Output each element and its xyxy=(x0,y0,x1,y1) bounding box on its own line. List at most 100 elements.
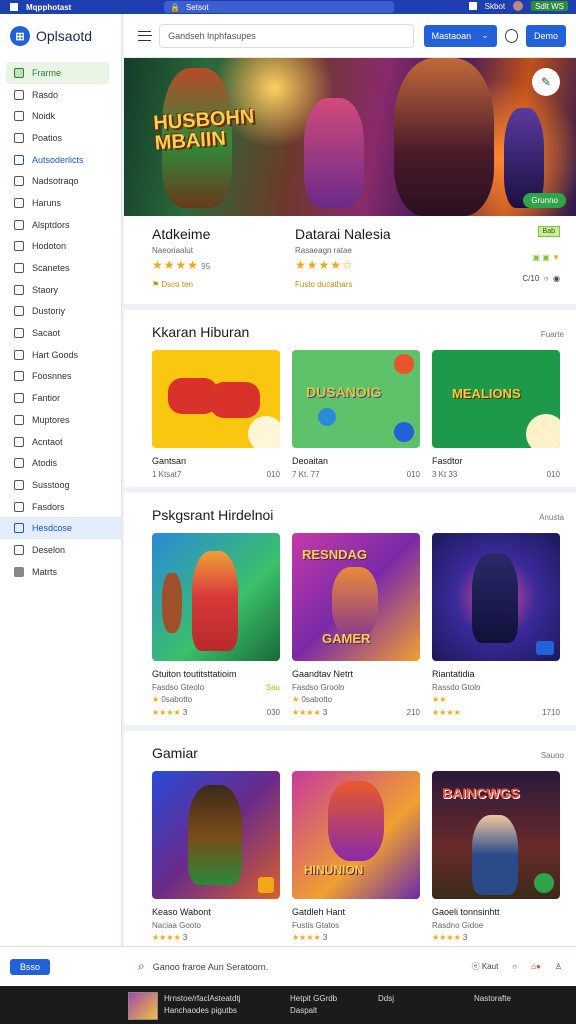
menu-icon[interactable] xyxy=(138,30,153,41)
primary-button[interactable]: Mastaoan ⌄ xyxy=(423,24,497,47)
sidebar-item[interactable]: Atodis xyxy=(0,452,121,474)
section-more-link[interactable]: Sauoo xyxy=(541,751,564,760)
main-content: Gandseh lnphfasupes Mastaoan ⌄ Demo HUSBO… xyxy=(124,14,576,946)
taskbar: Hrnstoe/rfaclAsteatdtj Hanchaodes pigutb… xyxy=(0,986,576,1024)
doc-icon xyxy=(14,132,24,143)
browser-pill[interactable]: Sdlt WS xyxy=(531,1,568,11)
game-card[interactable]: Keaso Wabont Naciaa Gooto ★★★★ 3 xyxy=(152,771,280,942)
game-card[interactable]: DUSANOIG Deoaitan 7 Kt. 77 010 xyxy=(292,350,420,479)
radio-icon xyxy=(14,89,24,100)
logo[interactable]: ⊞ Oplsaotd xyxy=(0,14,121,62)
section-title: Pskgsrant Hirdelnoi xyxy=(152,507,274,523)
section-more-link[interactable]: Anusta xyxy=(539,513,564,522)
badge-icons: ▣ ▣ ▼ xyxy=(532,253,560,262)
bell-icon xyxy=(14,458,24,469)
section-title: Gamiar xyxy=(152,745,198,761)
cart-icon[interactable]: ⌂● xyxy=(531,962,541,971)
address-text: Setsot xyxy=(185,2,209,12)
sidebar-item[interactable]: Fasdors xyxy=(0,496,121,518)
app-icon xyxy=(10,3,18,11)
sidebar-item[interactable]: Susstoog xyxy=(0,474,121,496)
sidebar-item[interactable]: Fantior xyxy=(0,387,121,409)
game-card[interactable]: Gtuiton toutitsttatioim Fasdso Gteolo Sau… xyxy=(152,533,280,717)
game-card[interactable]: RESNDAG GAMER Gaandtav Netrt Fasdso Groo… xyxy=(292,533,420,717)
help-icon[interactable]: ⓔ Kaut xyxy=(472,961,499,972)
logo-icon: ⊞ xyxy=(10,26,30,46)
bottom-bar: Bsso ⌕ Ganoo fraroe Aun Seratoorn. ⓔ Kau… xyxy=(0,946,576,986)
star-icon xyxy=(14,241,24,252)
game-card[interactable]: HINUNION Gatdleh Hant Fustis Gtatos ★★★★… xyxy=(292,771,420,942)
sidebar-item[interactable]: Poatios xyxy=(0,127,121,149)
home-button[interactable]: Bsso xyxy=(10,958,51,975)
hero-title: HUSBOHN MBAIIN xyxy=(152,105,256,155)
sidebar-item[interactable]: Acntaot xyxy=(0,431,121,453)
browser-right-a[interactable]: Skbot xyxy=(485,2,505,11)
rating-stars: ★★★★ 3 xyxy=(152,933,188,942)
game-card[interactable]: Gantsan 1 Ktsat7 010 xyxy=(152,350,280,479)
sidebar-item[interactable]: Nadsotraqo xyxy=(0,170,121,192)
user-icon[interactable]: ♙ xyxy=(555,962,562,971)
avatar[interactable] xyxy=(513,1,524,11)
search-input[interactable]: Gandseh lnphfasupes xyxy=(159,23,414,48)
card-thumbnail: RESNDAG GAMER xyxy=(292,533,420,661)
link[interactable]: ⚑ Dsco ten xyxy=(152,280,295,289)
sidebar-item[interactable]: Muptores xyxy=(0,409,121,431)
card-thumbnail xyxy=(152,533,280,661)
sidebar-item[interactable]: Matrts xyxy=(0,561,121,583)
bookmark-icon xyxy=(14,523,24,534)
sidebar: ⊞ Oplsaotd Frarme Rasdo Noidk Poatios Au… xyxy=(0,14,122,946)
sidebar-item[interactable]: Deselon xyxy=(0,539,121,561)
section-more-link[interactable]: Fuarte xyxy=(541,330,564,339)
hero-banner[interactable]: HUSBOHN MBAIIN ✎ Grunno xyxy=(124,58,576,216)
list-icon xyxy=(14,197,24,208)
sidebar-item[interactable]: Frarme xyxy=(6,62,109,84)
demo-button[interactable]: Demo xyxy=(525,24,566,47)
chevron-down-icon: ⌄ xyxy=(481,30,489,40)
file-icon xyxy=(14,501,24,512)
sidebar-item[interactable]: Sacaot xyxy=(0,322,121,344)
address-bar[interactable]: 🔒 Setsot xyxy=(164,1,394,13)
browser-bar: Mqpphotast 🔒 Setsot Skbot Sdlt WS xyxy=(0,0,576,14)
featured-left[interactable]: Atdkeime Naeoriaalut ★★★★ 95 ⚑ Dsco ten xyxy=(152,226,295,304)
search-icon[interactable] xyxy=(504,28,518,43)
gift-icon[interactable]: ✎ xyxy=(532,68,560,96)
person-icon xyxy=(14,479,24,490)
sidebar-item[interactable]: Rasdo xyxy=(0,84,121,106)
sidebar-item[interactable]: Noidk xyxy=(0,105,121,127)
search-icon: ⌕ xyxy=(138,959,145,973)
rating-stars: ★★★★ 3 xyxy=(292,933,328,942)
game-card[interactable]: Riantatidia Rassdo Gtolo ★★ ★★★★ 1710 xyxy=(432,533,560,717)
user-icon xyxy=(14,111,24,122)
link[interactable]: Fusto ducathars xyxy=(295,280,495,289)
rating-stars: ★★ xyxy=(432,695,447,704)
time-row: C/10 ○ ◉ xyxy=(522,274,560,283)
sidebar-item[interactable]: Autsoderlicts xyxy=(0,149,121,171)
sidebar-item[interactable]: Dustoriy xyxy=(0,301,121,323)
sidebar-item[interactable]: Foosnnes xyxy=(0,366,121,388)
sidebar-item[interactable]: Staory xyxy=(0,279,121,301)
hero-cta-button[interactable]: Grunno xyxy=(523,193,566,208)
sidebar-item[interactable]: Haruns xyxy=(0,192,121,214)
featured-info: Atdkeime Naeoriaalut ★★★★ 95 ⚑ Dsco ten … xyxy=(124,216,576,304)
sidebar-item[interactable]: Hodoton xyxy=(0,236,121,258)
tab-icon[interactable] xyxy=(468,2,477,10)
featured-mid[interactable]: Datarai Nalesia Rasaeagn ratae ★★★★☆ Fus… xyxy=(295,226,495,304)
window-thumbnail[interactable] xyxy=(128,992,158,1020)
sidebar-item[interactable]: Hart Goods xyxy=(0,344,121,366)
grid-icon xyxy=(14,176,24,187)
bottom-search[interactable]: ⌕ Ganoo fraroe Aun Seratoorn. xyxy=(138,959,268,974)
card-thumbnail: HINUNION xyxy=(292,771,420,899)
game-card[interactable]: BAINCWGS Gaoeli tonnsinhtt Rasdno Gidoe … xyxy=(432,771,560,942)
rating-stars: ★ 0sabotto xyxy=(152,695,193,704)
sidebar-item[interactable]: Alsptdors xyxy=(0,214,121,236)
game-card[interactable]: MEALIONS Fasdtor 3 Kt 33 010 xyxy=(432,350,560,479)
sidebar-item[interactable]: Hesdcose xyxy=(0,517,121,540)
logo-text: Oplsaotd xyxy=(36,28,93,44)
rating-stars: ★ 0sabotto xyxy=(292,695,333,704)
clock-icon xyxy=(14,284,24,295)
search-icon[interactable]: ○ xyxy=(512,962,517,971)
sidebar-item[interactable]: Scanetes xyxy=(0,257,121,279)
image-icon xyxy=(14,371,24,382)
browser-app-name: Mqpphotast xyxy=(26,2,72,12)
cart-icon xyxy=(14,349,24,360)
